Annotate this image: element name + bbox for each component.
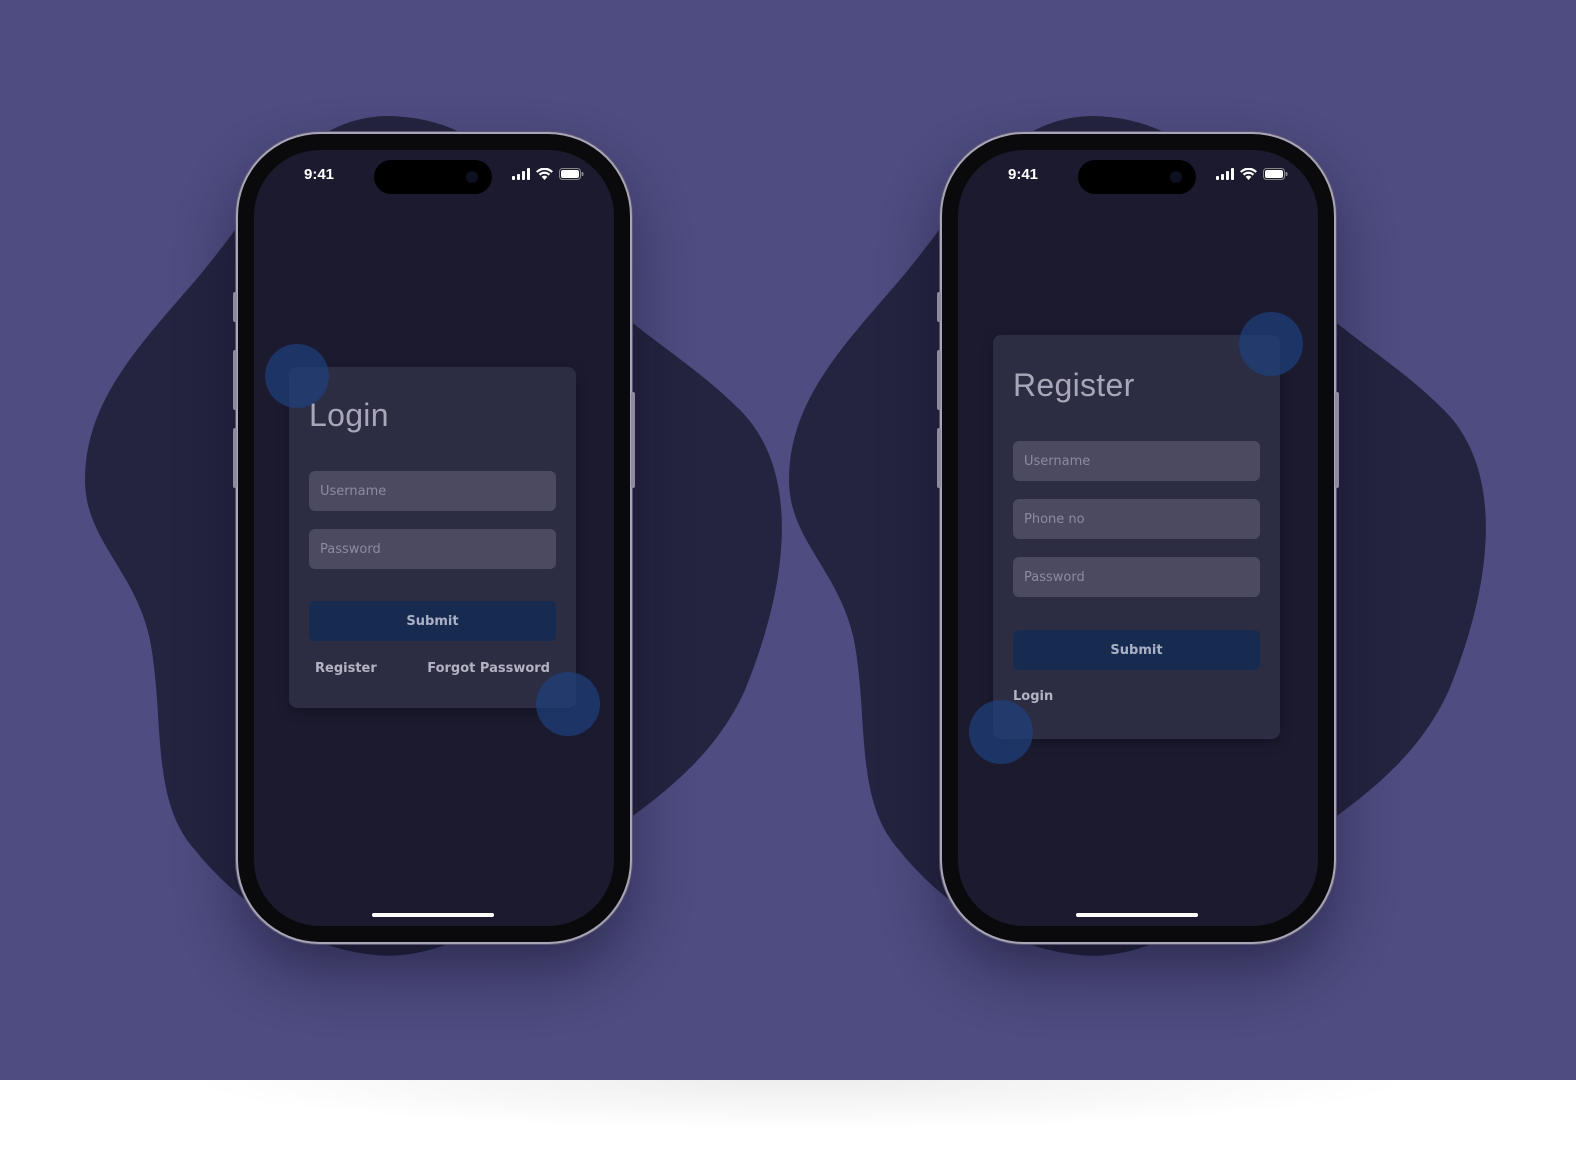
decorative-glow-circle	[969, 700, 1033, 764]
password-input[interactable]	[309, 529, 556, 569]
phone-login: 9:41 Login Submit Reg	[233, 134, 635, 942]
battery-icon	[1263, 168, 1288, 180]
mute-switch	[937, 292, 941, 322]
register-title: Register	[1013, 367, 1135, 403]
forgot-password-link[interactable]: Forgot Password	[427, 661, 550, 676]
login-link[interactable]: Login	[1013, 689, 1053, 704]
phone-register: 9:41 Register Submit	[937, 134, 1339, 942]
wifi-icon	[1240, 168, 1257, 180]
decorative-glow-circle	[536, 672, 600, 736]
status-icons	[512, 168, 584, 180]
phone-input[interactable]	[1013, 499, 1260, 539]
dynamic-island	[374, 160, 492, 194]
dynamic-island	[1078, 160, 1196, 194]
status-time: 9:41	[304, 166, 335, 183]
cellular-signal-icon	[1216, 168, 1234, 180]
login-screen: 9:41 Login Submit Reg	[254, 150, 614, 926]
camera-icon	[1170, 171, 1182, 183]
status-icons	[1216, 168, 1288, 180]
power-button	[1335, 392, 1339, 488]
login-card: Login Submit Register Forgot Password	[289, 367, 576, 708]
decorative-glow-circle	[1239, 312, 1303, 376]
cellular-signal-icon	[512, 168, 530, 180]
wifi-icon	[536, 168, 553, 180]
volume-down-button	[937, 428, 941, 488]
submit-button[interactable]: Submit	[309, 601, 556, 641]
login-title: Login	[309, 397, 389, 433]
mute-switch	[233, 292, 237, 322]
volume-up-button	[233, 350, 237, 410]
submit-button[interactable]: Submit	[1013, 630, 1260, 670]
floor-shadow	[180, 1080, 1420, 1130]
power-button	[631, 392, 635, 488]
battery-icon	[559, 168, 584, 180]
background	[0, 0, 1576, 1080]
home-indicator[interactable]	[1076, 913, 1198, 917]
decorative-glow-circle	[265, 344, 329, 408]
register-screen: 9:41 Register Submit	[958, 150, 1318, 926]
register-card: Register Submit Login	[993, 335, 1280, 739]
username-input[interactable]	[309, 471, 556, 511]
volume-down-button	[233, 428, 237, 488]
register-link[interactable]: Register	[315, 661, 377, 676]
volume-up-button	[937, 350, 941, 410]
password-input[interactable]	[1013, 557, 1260, 597]
background-blob-shapes	[85, 116, 1486, 956]
username-input[interactable]	[1013, 441, 1260, 481]
status-time: 9:41	[1008, 166, 1039, 183]
camera-icon	[466, 171, 478, 183]
home-indicator[interactable]	[372, 913, 494, 917]
